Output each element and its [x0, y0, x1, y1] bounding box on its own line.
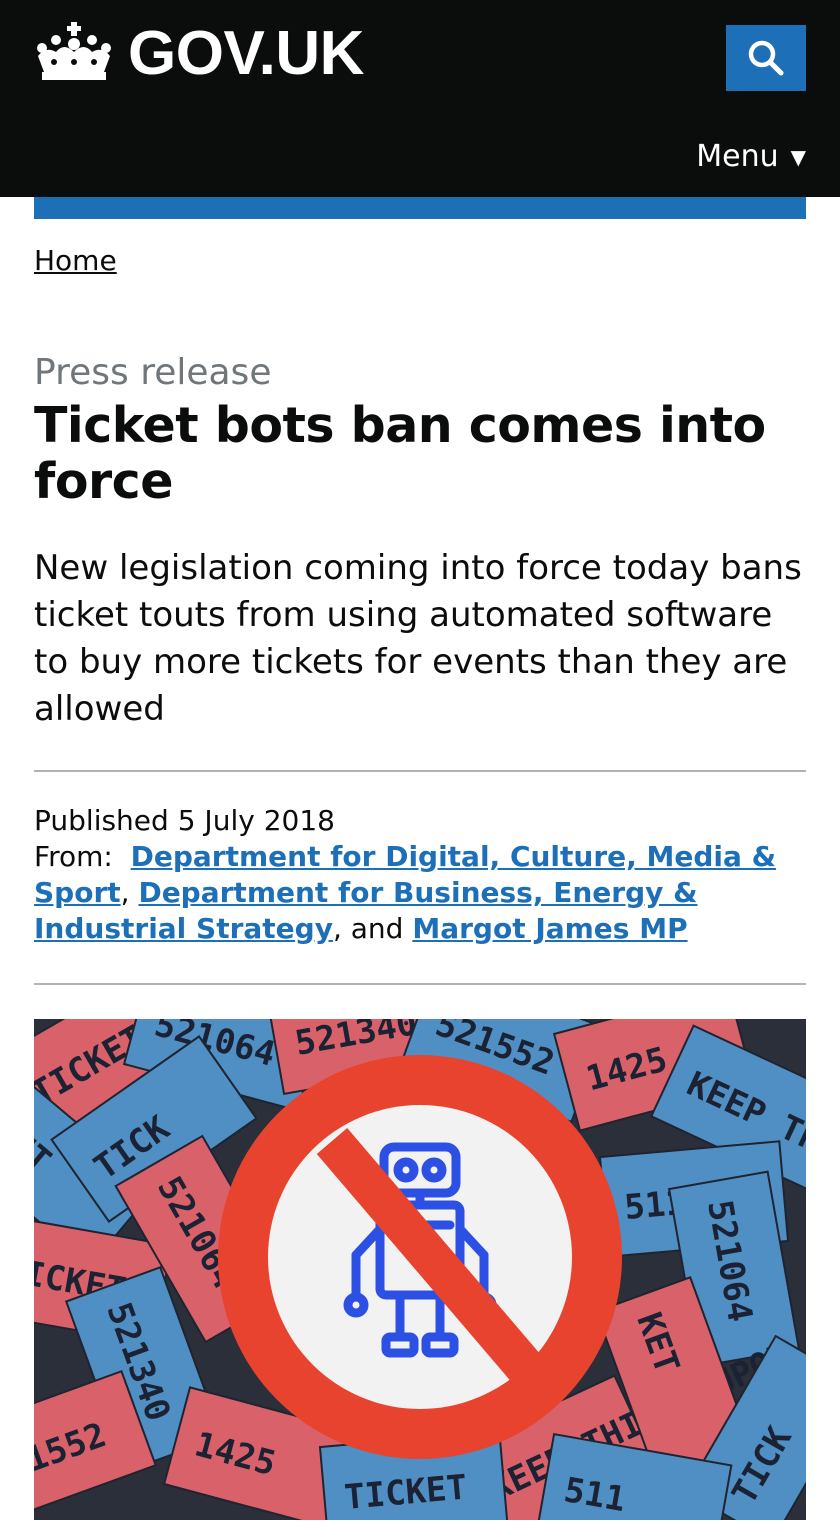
lede-paragraph: New legislation coming into force today … [34, 548, 802, 729]
divider [34, 770, 806, 772]
govuk-logo-text[interactable]: GOV.UK [128, 18, 364, 90]
breadcrumb-home-link[interactable]: Home [34, 244, 117, 277]
hero-image: TICKET5210645213405215521425KEEP THIS CO… [34, 1019, 806, 1520]
site-header: GOV.UK Menu ▼ [0, 0, 840, 197]
divider [34, 983, 806, 985]
search-icon [748, 40, 784, 76]
crown-icon [37, 22, 111, 80]
from-line: From: Department for Digital, Culture, M… [34, 839, 806, 947]
page-caption: Press release [34, 352, 272, 393]
header-accent-bar [34, 197, 806, 219]
separator: , and [332, 912, 404, 945]
tickets-ban-illustration: TICKET5210645213405215521425KEEP THIS CO… [34, 1019, 806, 1520]
published-date: 5 July 2018 [177, 804, 335, 837]
published-line: Published 5 July 2018 [34, 803, 806, 839]
page-title: Ticket bots ban comes into force [34, 397, 766, 510]
search-button[interactable] [726, 25, 806, 91]
person-link[interactable]: Margot James MP [412, 912, 687, 945]
metadata: Published 5 July 2018 From: Department f… [34, 803, 806, 947]
menu-button[interactable]: Menu ▼ [696, 139, 806, 174]
from-label: From: [34, 840, 113, 873]
menu-label: Menu [696, 139, 779, 174]
caret-down-icon: ▼ [790, 144, 806, 169]
published-label: Published [34, 804, 169, 837]
separator: , [120, 876, 130, 909]
